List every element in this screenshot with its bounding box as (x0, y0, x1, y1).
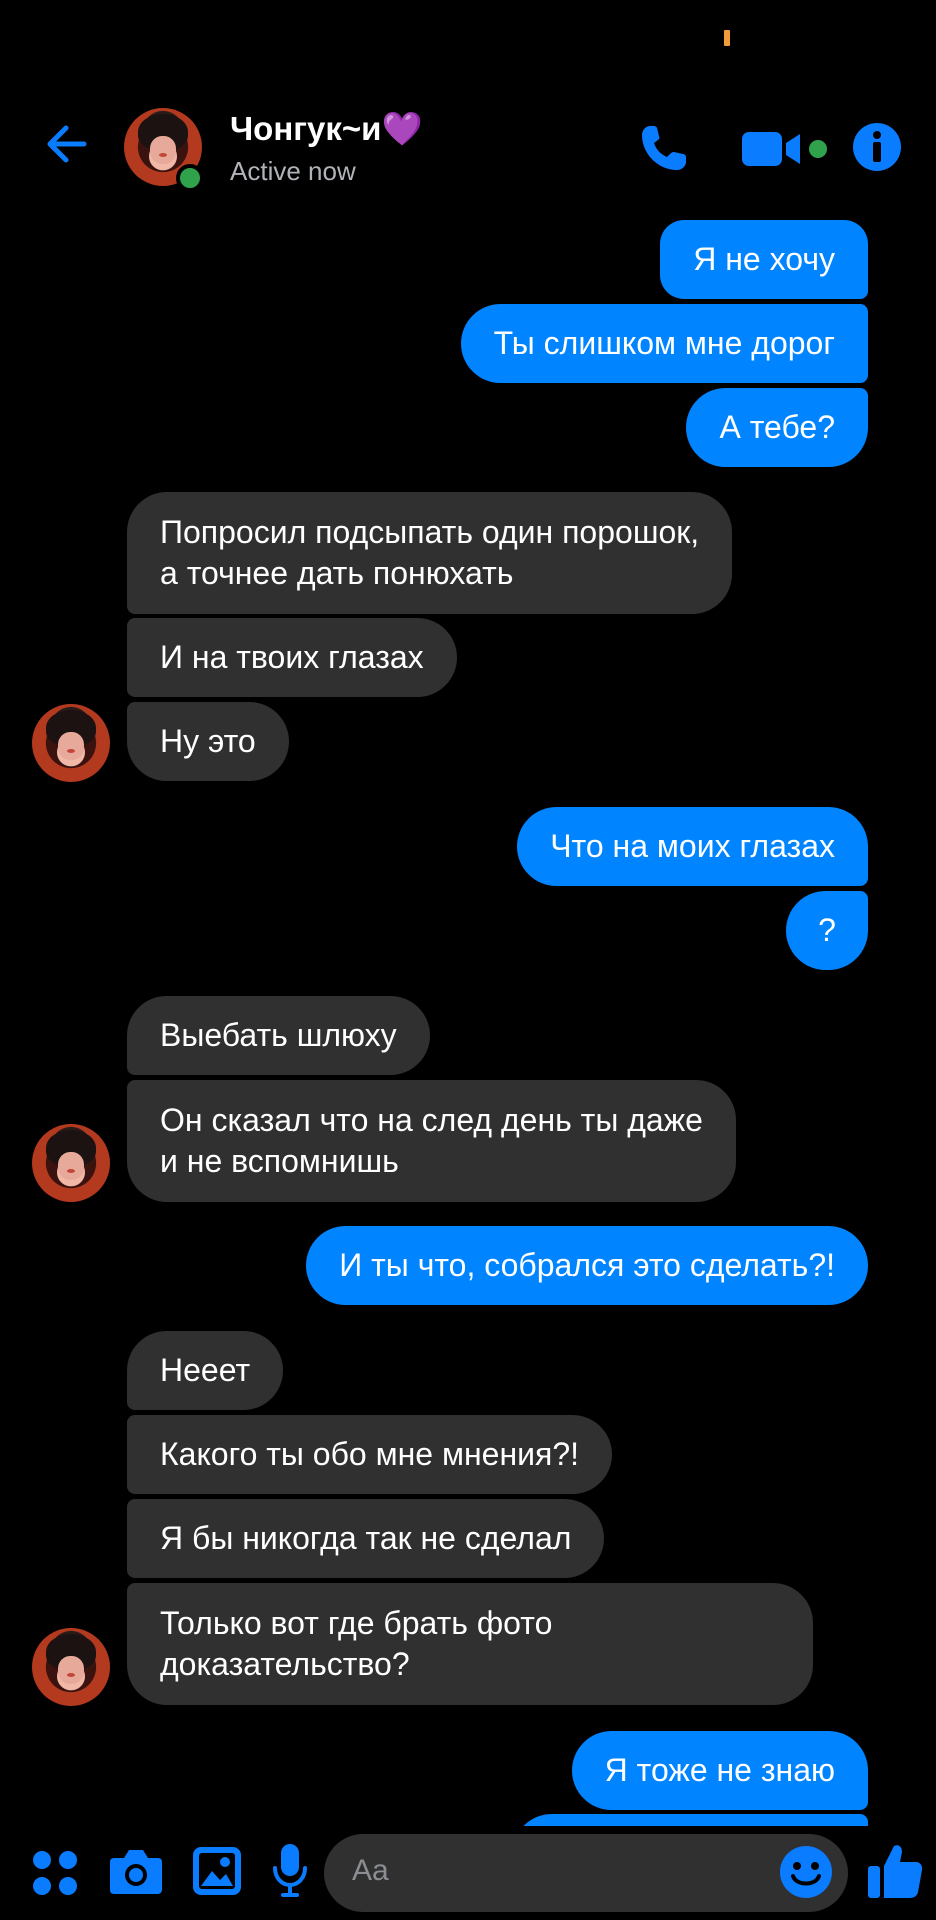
gallery-icon[interactable] (190, 1844, 244, 1898)
message-text: Выебать шлюху (160, 1017, 397, 1053)
message-input[interactable]: Aa (324, 1834, 848, 1912)
message-bubble-incoming[interactable]: Выебать шлюху (127, 996, 430, 1075)
message-text: Ты слишком мне дорог (493, 325, 835, 361)
thumbs-up-icon[interactable] (864, 1840, 926, 1902)
status-indicator (724, 30, 730, 46)
message-text: И на твоих глазах (160, 639, 424, 675)
phone-call-icon[interactable] (636, 120, 692, 176)
message-input-placeholder: Aa (352, 1854, 389, 1887)
composer-bar: Aa (0, 1826, 936, 1920)
contact-avatar-small[interactable] (32, 1124, 110, 1202)
message-bubble-incoming[interactable]: Ну это (127, 702, 289, 781)
message-text: Он сказал что на след день ты даже и не … (160, 1102, 703, 1179)
contact-avatar-small[interactable] (32, 704, 110, 782)
back-arrow-icon[interactable] (40, 116, 96, 172)
message-bubble-incoming[interactable]: Попросил подсыпать один порошок, а точне… (127, 492, 733, 614)
message-text: ? (818, 912, 836, 948)
online-indicator (176, 164, 204, 192)
camera-icon[interactable] (108, 1844, 164, 1898)
contact-avatar-small[interactable] (32, 1628, 110, 1706)
info-icon[interactable] (852, 122, 902, 172)
message-bubble-incoming[interactable]: И на твоих глазах (127, 618, 457, 697)
message-text: Что на моих глазах (550, 828, 835, 864)
message-bubble-incoming[interactable]: Я бы никогда так не сделал (127, 1499, 605, 1578)
message-text: Нееет (160, 1352, 251, 1388)
apps-icon[interactable] (30, 1848, 80, 1898)
message-text: Ну это (160, 723, 256, 759)
emoji-icon[interactable] (778, 1844, 834, 1900)
message-bubble-outgoing[interactable]: А тебе? (686, 388, 868, 467)
message-text: Только вот где брать фото доказательство… (160, 1605, 553, 1682)
message-bubble-outgoing[interactable]: ? (786, 891, 868, 970)
message-bubble-outgoing[interactable]: Что на моих глазах (517, 807, 868, 886)
message-bubble-outgoing[interactable]: Ты слишком мне дорог (460, 304, 868, 383)
message-text: Какого ты обо мне мнения?! (160, 1436, 579, 1472)
chat-header: Чонгук~и💜 Active now (0, 96, 936, 200)
message-bubble-incoming[interactable]: Нееет (127, 1331, 284, 1410)
contact-name[interactable]: Чонгук~и💜 (230, 110, 423, 149)
message-bubble-incoming[interactable]: Только вот где брать фото доказательство… (127, 1583, 813, 1705)
message-bubble-incoming[interactable]: Он сказал что на след день ты даже и не … (127, 1080, 736, 1202)
message-text: Попросил подсыпать один порошок, а точне… (160, 514, 700, 591)
message-bubble-outgoing[interactable]: Я тоже не знаю (571, 1731, 868, 1810)
message-bubble-incoming[interactable]: Какого ты обо мне мнения?! (127, 1415, 612, 1494)
microphone-icon[interactable] (272, 1842, 308, 1900)
message-text: А тебе? (719, 409, 835, 445)
video-call-icon[interactable] (740, 126, 832, 172)
active-status: Active now (230, 156, 356, 186)
message-text: Я бы никогда так не сделал (160, 1520, 572, 1556)
message-text: Я не хочу (693, 241, 835, 277)
message-text: Я тоже не знаю (604, 1752, 835, 1788)
message-bubble-outgoing[interactable]: Я не хочу (660, 220, 868, 299)
message-bubble-outgoing[interactable]: И ты что, собрался это сделать?! (306, 1226, 868, 1305)
message-text: И ты что, собрался это сделать?! (339, 1247, 835, 1283)
